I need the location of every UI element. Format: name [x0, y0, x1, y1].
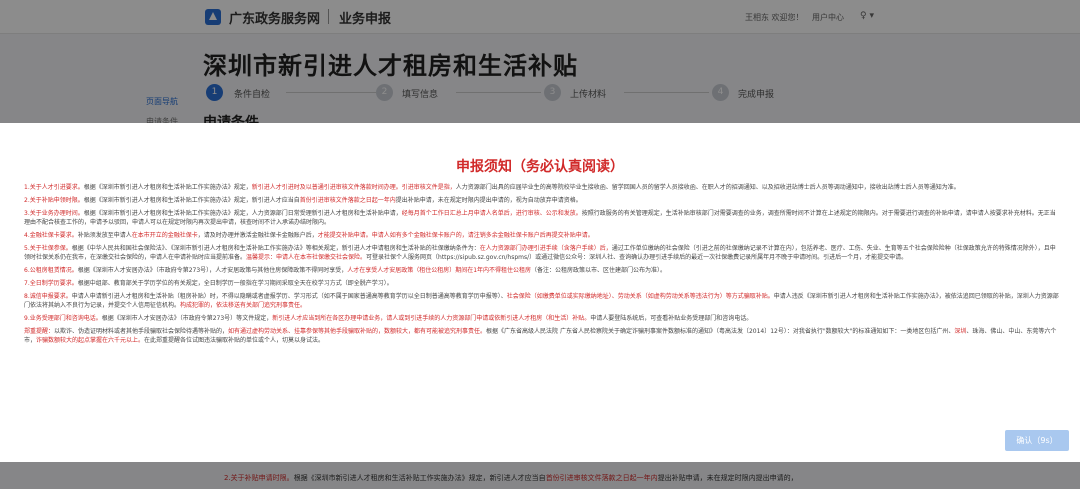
notice-text: 根据《深圳市新引进人才租房和生活补贴工作实施办法》规定，	[83, 184, 252, 191]
notice-text: 根据《广东省高级人民法院 广东省人民检察院关于确定诈骗刑事案件数额标准的通知》（…	[486, 328, 955, 335]
notice-text: 按照行政服务的有关管理规定，生活补贴审核部门对需要调查的业务，调查所需时间不计算…	[581, 210, 1038, 217]
notice-item: 5.关于社保参保。根据《中华人民共和国社会保险法》、《深圳市新引进人才租房和生活…	[24, 244, 1060, 262]
notice-item: 6.公租房租赁情况。根据《深圳市人才安居办法》（市政府令第273号），人才安居政…	[24, 266, 1060, 275]
notice-text: ，请及时办理并激活金融社保卡金融账户后，	[197, 232, 318, 239]
notice-item: 9.业务受理部门和咨询电话。根据《深圳市人才安居办法》（市政府令第273号）等文…	[24, 314, 1060, 323]
notice-highlight-text: 才能提交补贴申请。申请人如有多个金融社保卡账户的，请注销多余金融社保卡账户后再提…	[317, 232, 594, 239]
notice-text: 根据《中华人民共和国社会保险法》、《深圳市新引进人才租房和生活补贴工作实施办法》…	[71, 245, 480, 252]
notice-highlight-text: 6.公租房租赁情况。	[24, 267, 78, 274]
notice-text: 以欺诈、伪造证明材料或者其他手段骗取社会保险待遇等补贴的，	[54, 328, 229, 335]
notice-text: （备注：公租房政策以市、区住建部门公布为准）。	[531, 267, 667, 274]
notice-highlight-text: 3.关于业务办理时间。	[24, 210, 84, 217]
notice-highlight-text: 构成犯罪的，依法移送有关部门追究刑事责任。	[180, 302, 307, 309]
notice-highlight-text: 2.关于补贴申领时限。	[24, 197, 84, 204]
notice-text: 人力资源部门出具的应届毕业生的高等院校毕业生接收函、留学回国人员的留学人员接收函…	[455, 184, 960, 191]
notice-item: 1.关于人才引进要求。根据《深圳市新引进人才租房和生活补贴工作实施办法》规定，新…	[24, 183, 1060, 192]
notice-highlight-text: 1.关于人才引进要求。	[24, 184, 84, 191]
notice-text: 申请人要登陆系统后，可查看补贴业务受理部门和咨询电话。	[590, 315, 753, 322]
notice-highlight-text: 5.关于社保参保。	[24, 245, 72, 252]
notice-highlight-text: 新引进人才应当到所在各区办理申请业务，请人或到引进手续的人力资源部门申请或依新引…	[272, 315, 591, 322]
notice-text: 申请人申请新引进人才租房和生活补贴（租房补贴）时，不得以隐瞒或者虚报学历、学习形…	[71, 293, 507, 300]
notice-highlight-text: 如有通过虚构劳动关系、挂靠参保等其他手段骗取补贴的，数额较大，都有可能被追究刑事…	[228, 328, 487, 335]
notice-item: 8.诚信申报要求。申请人申请新引进人才租房和生活补贴（租房补贴）时，不得以隐瞒或…	[24, 292, 1060, 310]
notice-item: 3.关于业务办理时间。根据《深圳市新引进人才租房和生活补贴工作实施办法》规定，人…	[24, 209, 1060, 227]
notice-text: 根据《深圳市人才安居办法》（市政府令第273号），人才安居政策与其他住房保障政策…	[77, 267, 348, 274]
notice-list: 1.关于人才引进要求。根据《深圳市新引进人才租房和生活补贴工作实施办法》规定，新…	[24, 183, 1060, 349]
notice-item: 4.金融社保卡要求。补贴须发放至申请人在本市开立的金融社保卡，请及时办理并激活金…	[24, 231, 1060, 240]
notice-text: 提出补贴申请，未在规定时限内提出申请的，视为自动放弃申请资格。	[395, 197, 582, 204]
notice-text: 在此郑重提醒各位试图违法骗取补贴的单位或个人，切莫以身试法。	[144, 337, 325, 344]
notice-text: 补贴须发放至申请人	[77, 232, 132, 239]
notice-item: 郑重提醒：以欺诈、伪造证明材料或者其他手段骗取社会保险待遇等补贴的，如有通过虚构…	[24, 327, 1060, 345]
notice-highlight-text: 在本市开立的金融社保卡	[131, 232, 198, 239]
notice-highlight-text: 4.金融社保卡要求。	[24, 232, 78, 239]
notice-highlight-text: 在人力资源部门办理引进手续（含落户手续）后，	[479, 245, 612, 252]
notice-text: 根据《深圳市新引进人才租房和生活补贴工作实施办法》规定，新引进人才应当自	[83, 197, 300, 204]
notice-text: 根据中组部、教育部关于学历学位的有关规定，全日制学历一般指在学习期间采取全天在校…	[77, 280, 393, 287]
notice-text: 可登录社保个人服务网页（https://sipub.sz.gov.cn/hspm…	[366, 254, 908, 261]
notice-item: 2.关于补贴申领时限。根据《深圳市新引进人才租房和生活补贴工作实施办法》规定，新…	[24, 196, 1060, 205]
notice-modal: 申报须知（务必认真阅读） 1.关于人才引进要求。根据《深圳市新引进人才租房和生活…	[0, 123, 1080, 462]
notice-highlight-text: 9.业务受理部门和咨询电话。	[24, 315, 102, 322]
notice-highlight-text: 首份引进审核文件落款之日起一年内	[299, 197, 396, 204]
notice-text: 根据《深圳市人才安居办法》（市政府令第273号）等文件规定，	[101, 315, 273, 322]
notice-highlight-text: 诈骗数额较大的起点掌握在六千元以上。	[36, 337, 145, 344]
notice-highlight-text: 社会保险（如缴费单位或实际缴纳地址）、劳动关系（如虚构劳动关系等违法行为）等方式…	[506, 293, 774, 300]
notice-item: 7.全日制学历要求。根据中组部、教育部关于学历学位的有关规定，全日制学历一般指在…	[24, 279, 1060, 288]
modal-title: 申报须知（务必认真阅读）	[456, 159, 624, 175]
notice-text: 根据《深圳市新引进人才租房和生活补贴工作实施办法》规定，人力资源部门日常受理新引…	[83, 210, 402, 217]
notice-highlight-text: 温馨提示：申请人在本市社保缴交社会保险。	[246, 254, 367, 261]
notice-highlight-text: 7.全日制学历要求。	[24, 280, 78, 287]
notice-highlight-text: 新引进人才引进时及以普通引进审核文件落款时间办理。引进审核文件是指，	[251, 184, 456, 191]
notice-highlight-text: 经每月首个工作日汇总上月申请人名单后，进行审核、公示和发放。	[401, 210, 582, 217]
notice-highlight-text: 人才在享受人才安居政策（租住公租房）期间在1年内不得租住公租房	[347, 267, 532, 274]
notice-highlight-text: 深圳	[954, 328, 967, 335]
notice-highlight-text: 郑重提醒：	[24, 328, 55, 335]
notice-highlight-text: 8.诚信申报要求。	[24, 293, 72, 300]
confirm-button[interactable]: 确认（9s）	[1005, 430, 1069, 451]
